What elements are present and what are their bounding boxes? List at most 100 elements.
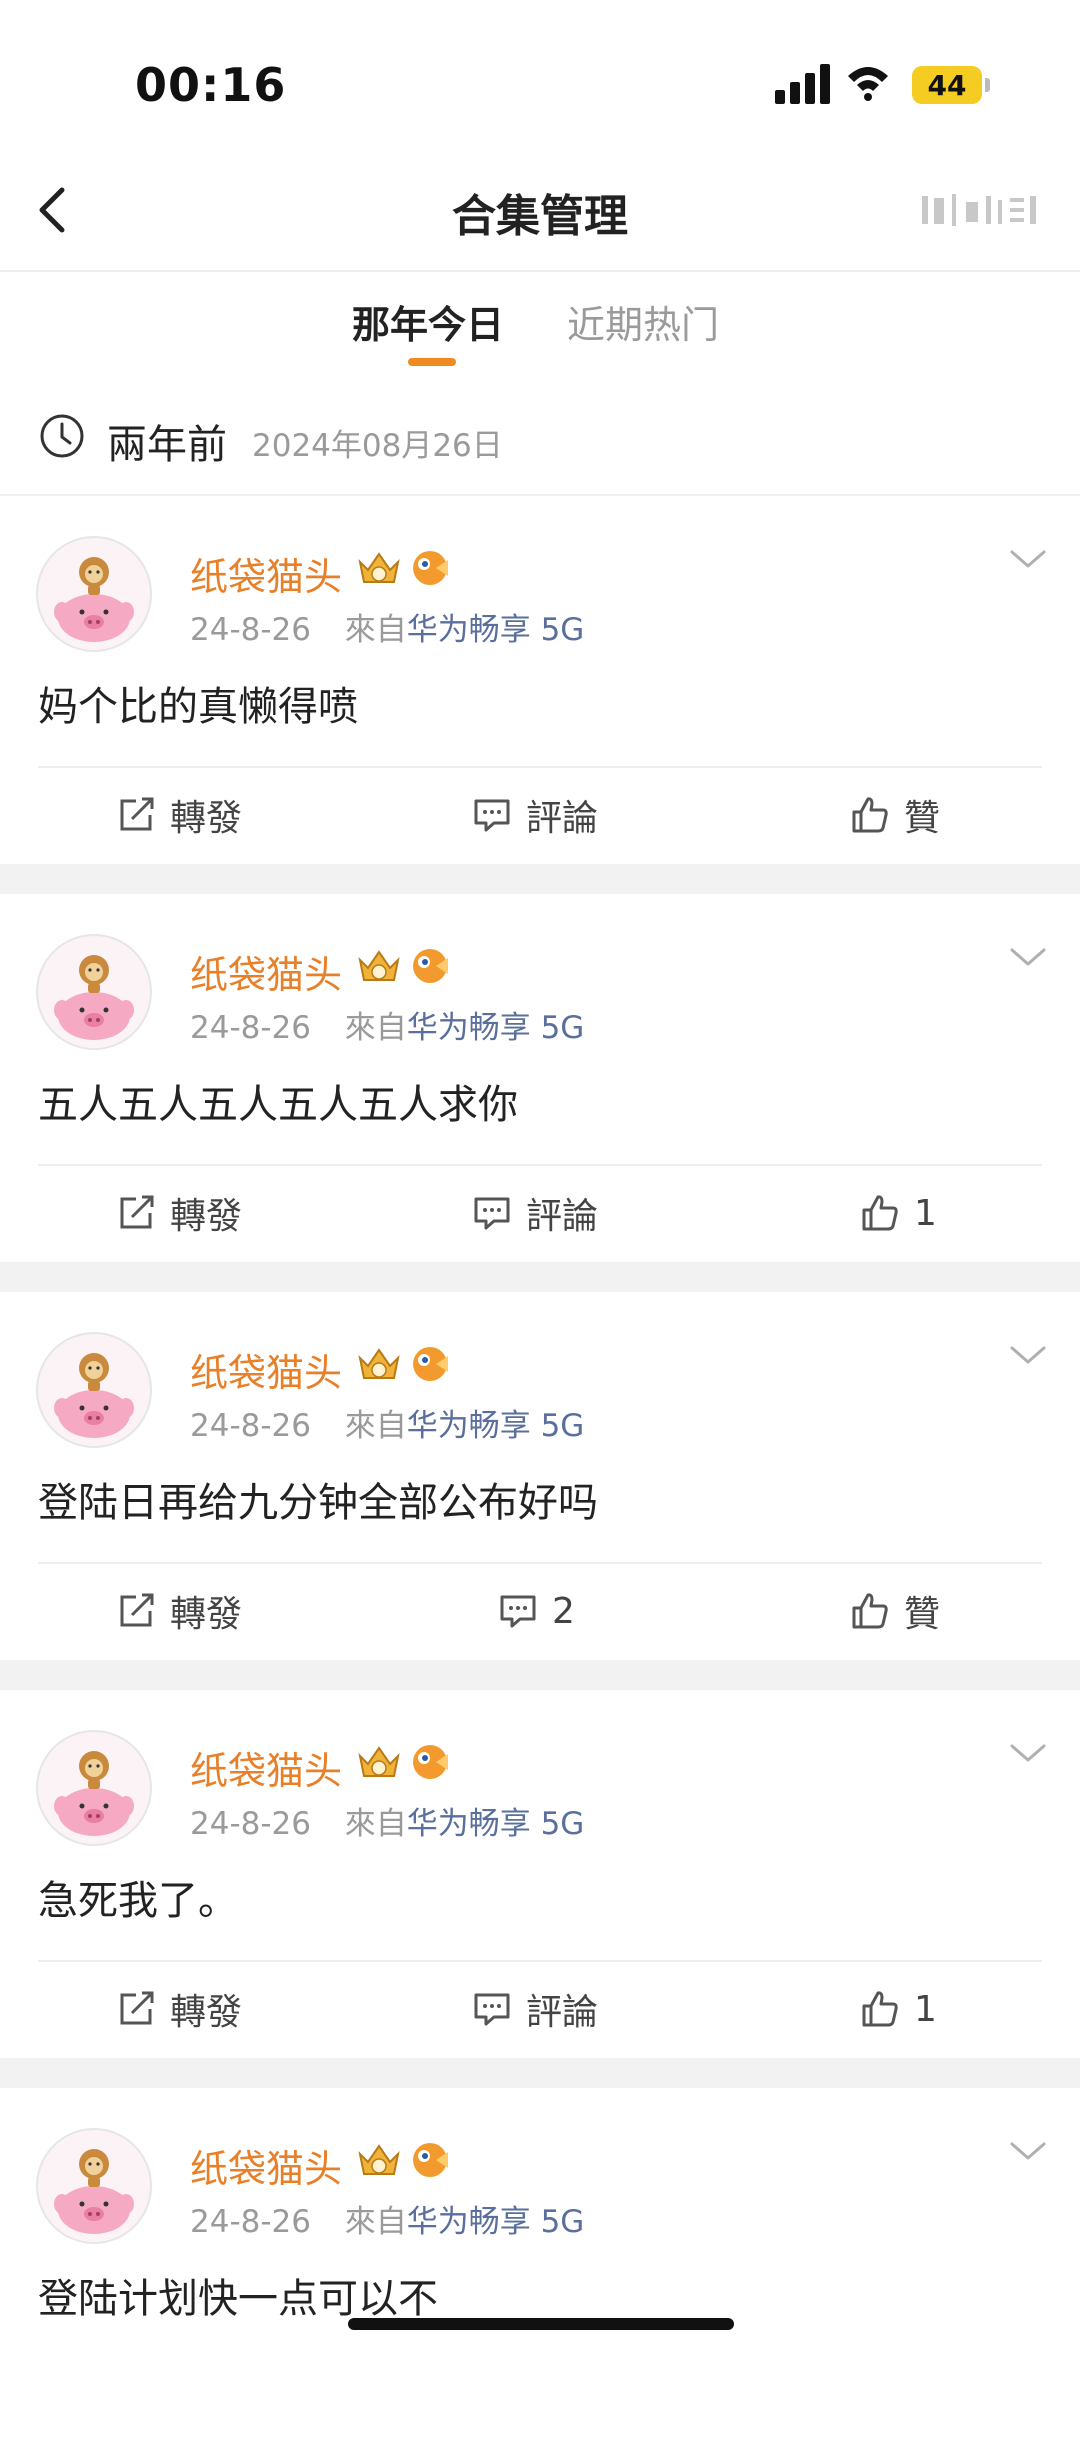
comment-icon [474,1993,510,2026]
post-content[interactable]: 妈个比的真懒得喷 [38,674,358,732]
post-separator [0,1262,1080,1292]
thumbs-up-icon [862,1991,898,2027]
comment-icon [474,799,510,832]
chevron-down-icon[interactable] [1008,546,1048,574]
post-card[interactable]: 纸袋猫头 24-8-26 來自华为畅享 5G 登陆计划快一点可以不 [0,2088,1080,2456]
post-separator [0,2058,1080,2088]
like-button[interactable]: 贊 [850,1586,940,1636]
battery-icon: 44 [912,66,982,104]
fish-badge-icon [413,1745,448,1779]
post-content[interactable]: 登陆日再给九分钟全部公布好吗 [38,1470,598,1528]
repost-icon [120,1991,154,2025]
user-badges [356,1740,452,1784]
post-card[interactable]: 纸袋猫头 24-8-26 來自华为畅享 5G 急死我了。 轉發 評論 1 [0,1690,1080,2058]
source-prefix: 來自 [344,1806,407,1842]
home-indicator [348,2318,734,2330]
username[interactable]: 纸袋猫头 [190,2138,342,2193]
post-actions: 轉發 評論 1 [0,1166,1080,1262]
fish-badge-icon [413,551,448,585]
thumbs-up-icon [852,1593,888,1629]
battery-tip [985,78,990,92]
tab-that-year-today[interactable]: 那年今日 [352,294,504,349]
fish-badge-icon [413,2143,448,2177]
username[interactable]: 纸袋猫头 [190,546,342,601]
post-separator [0,864,1080,894]
post-card[interactable]: 纸袋猫头 24-8-26 來自华为畅享 5G 登陆日再给九分钟全部公布好吗 轉發… [0,1292,1080,1660]
section-header: 兩年前 2024年08月26日 [0,376,1080,496]
avatar[interactable] [36,536,152,652]
tab-recent-hot[interactable]: 近期热门 [567,294,719,349]
post-source-link[interactable]: 华为畅享 5G [407,2204,585,2240]
post-source-link[interactable]: 华为畅享 5G [407,1010,585,1046]
post-meta: 24-8-26 來自华为畅享 5G [190,1002,584,1047]
pig-avatar-icon [54,1353,134,1438]
chevron-down-icon[interactable] [1008,1740,1048,1768]
avatar[interactable] [36,934,152,1050]
post-card[interactable]: 纸袋猫头 24-8-26 來自华为畅享 5G 五人五人五人五人五人求你 轉發 評… [0,894,1080,1262]
post-source-link[interactable]: 华为畅享 5G [407,1408,585,1444]
like-button[interactable]: 1 [860,1188,937,1238]
post-content[interactable]: 登陆计划快一点可以不 [38,2266,438,2324]
avatar[interactable] [36,2128,152,2244]
repost-label: 轉發 [170,1196,243,1237]
user-badges [356,546,452,590]
crown-badge-icon [358,950,400,981]
repost-button[interactable]: 轉發 [116,790,242,840]
like-label: 1 [914,1988,937,2030]
repost-button[interactable]: 轉發 [116,1188,242,1238]
post-content[interactable]: 急死我了。 [38,1868,238,1926]
username[interactable]: 纸袋猫头 [190,944,342,999]
post-source-link[interactable]: 华为畅享 5G [407,612,585,648]
post-date: 24-8-26 [190,612,311,648]
repost-label: 轉發 [170,798,243,839]
comment-label: 評論 [526,1992,599,2033]
post-meta: 24-8-26 來自华为畅享 5G [190,604,584,649]
like-button[interactable]: 1 [860,1984,937,2034]
chevron-down-icon[interactable] [1008,2138,1048,2166]
crown-badge-icon [358,552,400,583]
cellular-signal-icon [775,62,831,104]
comment-icon [500,1595,536,1628]
status-bar: 00:16 44 [0,0,1080,150]
tab-bar: 那年今日 近期热门 [0,272,1080,372]
pig-avatar-icon [54,557,134,642]
chevron-down-icon[interactable] [1008,944,1048,972]
username[interactable]: 纸袋猫头 [190,1342,342,1397]
source-prefix: 來自 [344,1010,407,1046]
like-button[interactable]: 贊 [850,790,940,840]
repost-icon [120,797,154,831]
thumbs-up-icon [862,1195,898,1231]
avatar[interactable] [36,1332,152,1448]
comment-label: 評論 [526,1196,599,1237]
repost-button[interactable]: 轉發 [116,1984,242,2034]
thumbs-up-icon [852,797,888,833]
comment-button[interactable]: 評論 [472,1984,598,2034]
repost-icon [120,1593,154,1627]
pig-avatar-icon [54,2149,134,2234]
time-ago-label: 兩年前 [107,422,227,468]
like-label: 贊 [904,1594,941,1635]
repost-button[interactable]: 轉發 [116,1586,242,1636]
post-card[interactable]: 纸袋猫头 24-8-26 來自华为畅享 5G 妈个比的真懒得喷 轉發 評論 贊 [0,496,1080,864]
comment-button[interactable]: 評論 [472,790,598,840]
nav-bar: 合集管理 [0,150,1080,272]
comment-button[interactable]: 2 [498,1586,575,1636]
crown-badge-icon [358,1746,400,1777]
post-source-link[interactable]: 华为畅享 5G [407,1806,585,1842]
more-options-icon[interactable] [918,190,1048,230]
post-date: 24-8-26 [190,1010,311,1046]
comment-button[interactable]: 評論 [472,1188,598,1238]
avatar[interactable] [36,1730,152,1846]
source-prefix: 來自 [344,612,407,648]
wifi-icon [848,67,888,101]
post-content[interactable]: 五人五人五人五人五人求你 [38,1072,518,1130]
user-badges [356,2138,452,2182]
source-prefix: 來自 [344,2204,407,2240]
crown-badge-icon [358,1348,400,1379]
username[interactable]: 纸袋猫头 [190,1740,342,1795]
chevron-down-icon[interactable] [1008,1342,1048,1370]
battery-level: 44 [927,68,967,102]
crown-badge-icon [358,2144,400,2175]
pig-avatar-icon [54,1751,134,1836]
comment-label: 2 [552,1590,575,1632]
